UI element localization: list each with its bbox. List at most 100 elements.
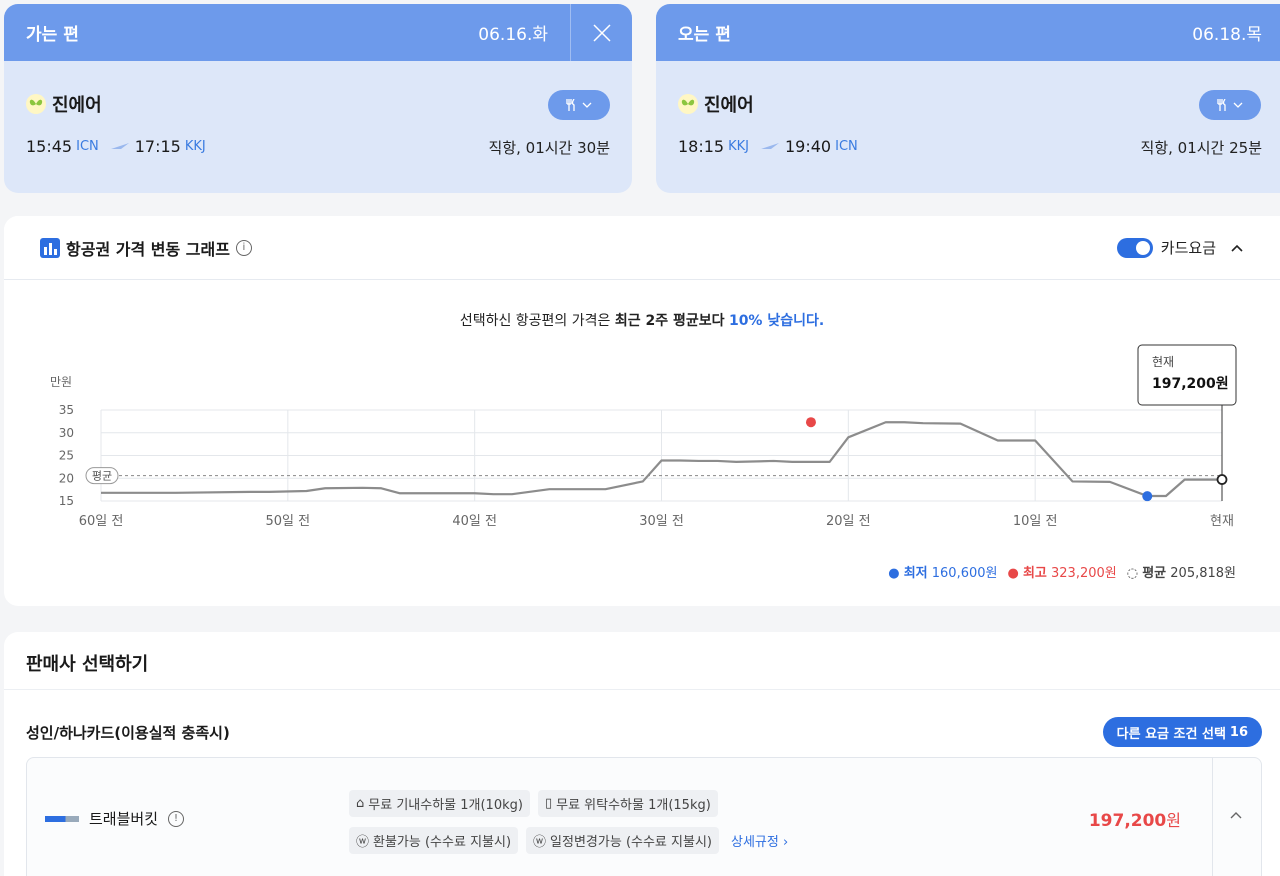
outbound-dep-time: 15:45 bbox=[26, 137, 73, 156]
current-tooltip bbox=[1137, 344, 1237, 406]
card-fare-toggle[interactable] bbox=[1116, 237, 1153, 258]
inbound-duration: 직항, 01시간 25분 bbox=[1140, 139, 1262, 157]
legend-avg-value: 205,818원 bbox=[1170, 566, 1236, 581]
low-point bbox=[1142, 491, 1153, 502]
divider bbox=[1212, 758, 1213, 876]
chip-text: 무료 위탁수하물 1개(15kg) bbox=[556, 798, 711, 813]
close-button[interactable] bbox=[570, 4, 632, 61]
average-badge-label: 평균 bbox=[92, 470, 112, 483]
plane-icon bbox=[107, 142, 129, 150]
legend-avg: ◌ 평균 205,818원 bbox=[1126, 566, 1236, 581]
detail-rules-link[interactable]: 상세규정 › bbox=[731, 831, 788, 850]
tooltip-label: 현재 bbox=[1152, 355, 1174, 369]
refund-chip: ⓦ 환불가능 (수수료 지불시) bbox=[349, 827, 519, 854]
butterfly-logo bbox=[678, 94, 698, 114]
suitcase-icon: ▯ bbox=[544, 796, 553, 811]
inbound-header: 오는 편 06.18.목 bbox=[656, 4, 1280, 61]
outbound-heading: 가는 편 bbox=[26, 25, 79, 45]
chip-text: 무료 기내수하물 1개(10kg) bbox=[368, 798, 523, 813]
x-tick-label: 현재 bbox=[1210, 514, 1234, 529]
inbound-date: 06.18.목 bbox=[1192, 25, 1262, 45]
y-tick-label: 20 bbox=[59, 471, 74, 485]
inbound-meal-button[interactable] bbox=[1199, 90, 1261, 120]
other-fare-button[interactable]: 다른 요금 조건 선택 16 bbox=[1102, 717, 1262, 747]
x-tick-label: 50일 전 bbox=[266, 514, 311, 529]
graph-summary: 선택하신 항공편의 가격은 최근 2주 평균보다 10% 낮습니다. bbox=[4, 310, 1280, 330]
legend-avg-label: 평균 bbox=[1142, 566, 1167, 581]
y-tick-label: 25 bbox=[59, 449, 74, 463]
outbound-flight-card: 가는 편 06.16.화 진에어 15:45 ICN 17:15 KKJ 직항,… bbox=[4, 4, 632, 193]
detail-link-text: 상세규정 bbox=[730, 835, 779, 850]
y-tick-label: 35 bbox=[59, 403, 74, 417]
legend-low-value: 160,600원 bbox=[931, 566, 998, 581]
outbound-airline-name: 진에어 bbox=[52, 95, 102, 116]
outbound-dep-code: ICN bbox=[76, 139, 99, 154]
y-tick-label: 15 bbox=[59, 494, 74, 508]
close-icon bbox=[592, 23, 611, 42]
legend-high-label: 최고 bbox=[1022, 566, 1047, 581]
x-tick-label: 60일 전 bbox=[79, 514, 124, 529]
seller-section: 판매사 선택하기 성인/하나카드(이용실적 충족시) 다른 요금 조건 선택 1… bbox=[4, 632, 1280, 876]
carry-on-chip: ⌂ 무료 기내수하물 1개(10kg) bbox=[349, 790, 530, 817]
inbound-airline-name: 진에어 bbox=[704, 95, 754, 116]
summary-prefix: 선택하신 항공편의 가격은 bbox=[459, 313, 615, 329]
agency-name: 트래블버킷 bbox=[89, 810, 159, 828]
won-icon: ⓦ bbox=[356, 835, 370, 850]
other-fare-label: 다른 요금 조건 선택 bbox=[1116, 726, 1226, 742]
info-icon[interactable]: ! bbox=[168, 810, 185, 827]
butterfly-logo bbox=[26, 94, 46, 114]
inbound-arr-code: ICN bbox=[835, 139, 858, 154]
info-icon[interactable]: i bbox=[235, 239, 252, 256]
graph-header: 항공권 가격 변동 그래프 i 카드요금 bbox=[4, 216, 1280, 280]
inbound-flight-card: 오는 편 06.18.목 진에어 18:15 KKJ 19:40 ICN 직항,… bbox=[656, 4, 1280, 193]
meal-icon bbox=[1217, 99, 1226, 111]
agency-logo bbox=[45, 815, 79, 822]
fare-condition: 성인/하나카드(이용실적 충족시) bbox=[26, 724, 230, 742]
outbound-airline: 진에어 bbox=[26, 91, 102, 117]
outbound-arr-code: KKJ bbox=[184, 139, 206, 154]
x-tick-label: 30일 전 bbox=[639, 514, 684, 529]
y-tick-label: 30 bbox=[59, 426, 74, 440]
change-chip: ⓦ 일정변경가능 (수수료 지불시) bbox=[526, 827, 719, 854]
legend-high-value: 323,200원 bbox=[1051, 566, 1117, 581]
graph-title-text: 항공권 가격 변동 그래프 bbox=[66, 239, 230, 259]
price-line-chart: 만원 15 20 25 30 35 60일 전 50일 전 40일 전 30일 전 20일 전 10일… bbox=[50, 344, 1237, 529]
legend-low-label: 최저 bbox=[903, 566, 928, 581]
price-unit: 원 bbox=[1166, 811, 1181, 830]
inbound-dep-time: 18:15 bbox=[678, 137, 725, 156]
graph-title: 항공권 가격 변동 그래프 i bbox=[40, 236, 252, 260]
outbound-times: 15:45 ICN 17:15 KKJ bbox=[26, 137, 210, 156]
chevron-right-icon: › bbox=[782, 835, 789, 850]
checked-bag-chip: ▯ 무료 위탁수하물 1개(15kg) bbox=[537, 790, 718, 817]
inbound-dep-code: KKJ bbox=[728, 139, 749, 154]
offer-row[interactable]: 트래블버킷 ! ⌂ 무료 기내수하물 1개(10kg) ▯ 무료 위탁수하물 1개(… bbox=[26, 757, 1262, 876]
offer-chips: ⌂ 무료 기내수하물 1개(10kg) ▯ 무료 위탁수하물 1개(15kg) ⓦ 환… bbox=[349, 790, 788, 854]
card-fare-toggle-group: 카드요금 bbox=[1116, 237, 1244, 258]
meal-icon bbox=[566, 99, 575, 111]
outbound-date: 06.16.화 bbox=[478, 25, 548, 45]
outbound-arr-time: 17:15 bbox=[134, 137, 181, 156]
x-tick-label: 10일 전 bbox=[1013, 514, 1058, 529]
plane-icon bbox=[758, 142, 779, 150]
inbound-arr-time: 19:40 bbox=[785, 137, 832, 156]
y-axis-label: 만원 bbox=[50, 375, 72, 389]
chip-text: 일정변경가능 (수수료 지불시) bbox=[550, 835, 712, 850]
price-graph-card: 항공권 가격 변동 그래프 i 카드요금 선택하신 항공편의 가격은 최근 2주… bbox=[4, 216, 1280, 606]
bar-chart-icon bbox=[40, 237, 60, 258]
summary-highlight: 10% 낮습니다. bbox=[728, 313, 825, 329]
high-point bbox=[805, 417, 816, 428]
legend-high: ● 최고 323,200원 bbox=[1007, 566, 1117, 581]
won-icon: ⓦ bbox=[533, 835, 547, 850]
outbound-meal-button[interactable] bbox=[548, 90, 610, 120]
chevron-up-icon[interactable] bbox=[1229, 810, 1243, 820]
chart-legend: ● 최저 160,600원 ● 최고 323,200원 ◌ 평균 205,818… bbox=[888, 562, 1236, 581]
divider bbox=[4, 689, 1280, 690]
chevron-up-icon[interactable] bbox=[1230, 243, 1244, 253]
x-tick-label: 20일 전 bbox=[826, 514, 871, 529]
bag-icon: ⌂ bbox=[356, 796, 365, 811]
inbound-heading: 오는 편 bbox=[678, 25, 731, 45]
legend-low: ● 최저 160,600원 bbox=[888, 566, 998, 581]
chevron-down-icon bbox=[582, 102, 592, 108]
other-fare-count: 16 bbox=[1229, 724, 1248, 740]
inbound-airline: 진에어 bbox=[678, 91, 754, 117]
